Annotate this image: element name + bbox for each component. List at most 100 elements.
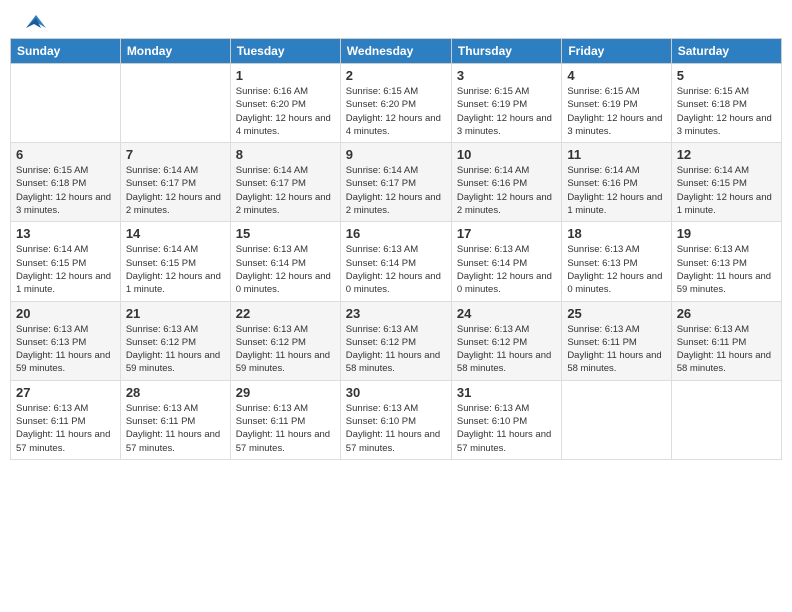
page-header [10,10,782,30]
calendar-cell: 18Sunrise: 6:13 AM Sunset: 6:13 PM Dayli… [562,222,671,301]
day-number: 21 [126,306,225,321]
calendar-cell: 3 Sunrise: 6:15 AM Sunset: 6:19 PM Daylig… [451,64,561,143]
day-of-week-header: Saturday [671,39,781,64]
day-number: 25 [567,306,665,321]
day-info: Sunrise: 6:15 AM Sunset: 6:19 PM Dayligh… [567,85,665,138]
day-info: Sunrise: 6:14 AM Sunset: 6:16 PM Dayligh… [457,164,556,217]
calendar-cell: 8 Sunrise: 6:14 AM Sunset: 6:17 PM Daylig… [230,143,340,222]
day-info: Sunrise: 6:14 AM Sunset: 6:17 PM Dayligh… [236,164,335,217]
calendar-cell: 6 Sunrise: 6:15 AM Sunset: 6:18 PM Daylig… [11,143,121,222]
calendar-cell: 13 Sunrise: 6:14 AM Sunset: 6:15 PM Dayli… [11,222,121,301]
day-info: Sunrise: 6:13 AM Sunset: 6:11 PM Dayligh… [126,402,225,455]
day-info: Sunrise: 6:13 AM Sunset: 6:13 PM Dayligh… [567,243,665,296]
day-number: 13 [16,226,115,241]
day-number: 4 [567,68,665,83]
day-number: 8 [236,147,335,162]
day-number: 3 [457,68,556,83]
day-info: Sunrise: 6:14 AM Sunset: 6:15 PM Dayligh… [126,243,225,296]
day-info: Sunrise: 6:15 AM Sunset: 6:18 PM Dayligh… [677,85,776,138]
day-number: 22 [236,306,335,321]
day-info: Sunrise: 6:13 AM Sunset: 6:10 PM Dayligh… [457,402,556,455]
calendar-cell: 30 Sunrise: 6:13 AM Sunset: 6:10 PM Dayli… [340,380,451,459]
day-info: Sunrise: 6:14 AM Sunset: 6:15 PM Dayligh… [16,243,115,296]
calendar-cell: 29Sunrise: 6:13 AM Sunset: 6:11 PM Dayli… [230,380,340,459]
calendar-cell: 28 Sunrise: 6:13 AM Sunset: 6:11 PM Dayli… [120,380,230,459]
day-number: 5 [677,68,776,83]
calendar-cell: 5 Sunrise: 6:15 AM Sunset: 6:18 PM Daylig… [671,64,781,143]
calendar-cell: 27 Sunrise: 6:13 AM Sunset: 6:11 PM Dayli… [11,380,121,459]
day-info: Sunrise: 6:13 AM Sunset: 6:12 PM Dayligh… [236,323,335,376]
day-info: Sunrise: 6:13 AM Sunset: 6:10 PM Dayligh… [346,402,446,455]
day-number: 27 [16,385,115,400]
calendar-cell: 20 Sunrise: 6:13 AM Sunset: 6:13 PM Dayli… [11,301,121,380]
day-number: 7 [126,147,225,162]
calendar-cell: 16 Sunrise: 6:13 AM Sunset: 6:14 PM Dayli… [340,222,451,301]
calendar-cell: 24 Sunrise: 6:13 AM Sunset: 6:12 PM Dayli… [451,301,561,380]
day-info: Sunrise: 6:14 AM Sunset: 6:17 PM Dayligh… [346,164,446,217]
calendar-cell: 31 Sunrise: 6:13 AM Sunset: 6:10 PM Dayli… [451,380,561,459]
day-of-week-header: Tuesday [230,39,340,64]
calendar-cell: 11Sunrise: 6:14 AM Sunset: 6:16 PM Dayli… [562,143,671,222]
day-info: Sunrise: 6:13 AM Sunset: 6:11 PM Dayligh… [16,402,115,455]
calendar-cell: 14 Sunrise: 6:14 AM Sunset: 6:15 PM Dayli… [120,222,230,301]
day-number: 1 [236,68,335,83]
calendar-cell: 2 Sunrise: 6:15 AM Sunset: 6:20 PM Daylig… [340,64,451,143]
day-of-week-header: Thursday [451,39,561,64]
day-number: 26 [677,306,776,321]
day-number: 10 [457,147,556,162]
day-of-week-header: Friday [562,39,671,64]
day-number: 14 [126,226,225,241]
day-number: 19 [677,226,776,241]
day-info: Sunrise: 6:14 AM Sunset: 6:16 PM Dayligh… [567,164,665,217]
day-of-week-header: Monday [120,39,230,64]
calendar-week-row: 20 Sunrise: 6:13 AM Sunset: 6:13 PM Dayli… [11,301,782,380]
day-info: Sunrise: 6:15 AM Sunset: 6:19 PM Dayligh… [457,85,556,138]
day-info: Sunrise: 6:16 AM Sunset: 6:20 PM Dayligh… [236,85,335,138]
calendar-cell: 21 Sunrise: 6:13 AM Sunset: 6:12 PM Dayli… [120,301,230,380]
logo-bird-icon [16,10,46,30]
calendar-cell: 9 Sunrise: 6:14 AM Sunset: 6:17 PM Daylig… [340,143,451,222]
day-number: 30 [346,385,446,400]
calendar-cell: 4 Sunrise: 6:15 AM Sunset: 6:19 PM Daylig… [562,64,671,143]
day-info: Sunrise: 6:13 AM Sunset: 6:14 PM Dayligh… [457,243,556,296]
day-number: 2 [346,68,446,83]
day-number: 6 [16,147,115,162]
calendar-table: SundayMondayTuesdayWednesdayThursdayFrid… [10,38,782,460]
day-info: Sunrise: 6:13 AM Sunset: 6:12 PM Dayligh… [346,323,446,376]
day-number: 31 [457,385,556,400]
day-info: Sunrise: 6:13 AM Sunset: 6:12 PM Dayligh… [126,323,225,376]
day-info: Sunrise: 6:13 AM Sunset: 6:14 PM Dayligh… [346,243,446,296]
day-info: Sunrise: 6:14 AM Sunset: 6:15 PM Dayligh… [677,164,776,217]
day-info: Sunrise: 6:14 AM Sunset: 6:17 PM Dayligh… [126,164,225,217]
day-info: Sunrise: 6:13 AM Sunset: 6:13 PM Dayligh… [677,243,776,296]
calendar-cell: 19 Sunrise: 6:13 AM Sunset: 6:13 PM Dayli… [671,222,781,301]
day-info: Sunrise: 6:13 AM Sunset: 6:13 PM Dayligh… [16,323,115,376]
day-info: Sunrise: 6:13 AM Sunset: 6:11 PM Dayligh… [677,323,776,376]
day-info: Sunrise: 6:13 AM Sunset: 6:14 PM Dayligh… [236,243,335,296]
calendar-week-row: 13 Sunrise: 6:14 AM Sunset: 6:15 PM Dayli… [11,222,782,301]
day-number: 15 [236,226,335,241]
calendar-week-row: 6 Sunrise: 6:15 AM Sunset: 6:18 PM Daylig… [11,143,782,222]
logo [14,10,46,30]
day-number: 9 [346,147,446,162]
calendar-cell: 10 Sunrise: 6:14 AM Sunset: 6:16 PM Dayli… [451,143,561,222]
calendar-cell: 12Sunrise: 6:14 AM Sunset: 6:15 PM Dayli… [671,143,781,222]
day-info: Sunrise: 6:15 AM Sunset: 6:18 PM Dayligh… [16,164,115,217]
day-number: 23 [346,306,446,321]
calendar-cell: 22 Sunrise: 6:13 AM Sunset: 6:12 PM Dayli… [230,301,340,380]
day-of-week-header: Wednesday [340,39,451,64]
day-number: 16 [346,226,446,241]
calendar-cell: 15 Sunrise: 6:13 AM Sunset: 6:14 PM Dayli… [230,222,340,301]
day-of-week-header: Sunday [11,39,121,64]
day-info: Sunrise: 6:15 AM Sunset: 6:20 PM Dayligh… [346,85,446,138]
calendar-cell: 17Sunrise: 6:13 AM Sunset: 6:14 PM Dayli… [451,222,561,301]
calendar-cell [562,380,671,459]
calendar-cell [671,380,781,459]
calendar-week-row: 1 Sunrise: 6:16 AM Sunset: 6:20 PM Daylig… [11,64,782,143]
day-number: 24 [457,306,556,321]
day-number: 28 [126,385,225,400]
calendar-cell [11,64,121,143]
day-number: 20 [16,306,115,321]
day-info: Sunrise: 6:13 AM Sunset: 6:12 PM Dayligh… [457,323,556,376]
calendar-cell: 26 Sunrise: 6:13 AM Sunset: 6:11 PM Dayli… [671,301,781,380]
